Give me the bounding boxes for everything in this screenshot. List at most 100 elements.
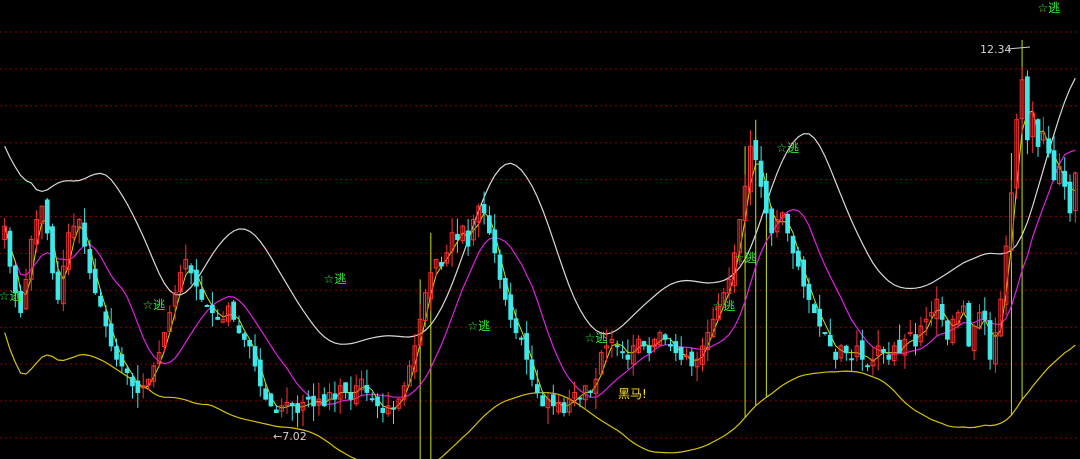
- candle-body: [1062, 170, 1068, 187]
- candle-body: [764, 180, 769, 214]
- candles: [2, 67, 1078, 428]
- candle-body: [513, 318, 519, 334]
- candle-body: [620, 351, 625, 354]
- candle-body: [108, 323, 114, 347]
- candle-body: [859, 340, 865, 360]
- candle-body: [945, 320, 950, 340]
- candle-body: [758, 160, 764, 187]
- candle-body: [497, 254, 503, 280]
- candle-body: [332, 393, 338, 400]
- candle-body: [439, 261, 444, 267]
- candle-body: [50, 226, 55, 274]
- escape-signal-label: ☆逃: [776, 141, 799, 155]
- candle-body: [492, 229, 498, 254]
- candle-body: [987, 320, 993, 360]
- middle-band-line: [4, 149, 1076, 406]
- escape-signal-label: ☆逃: [734, 251, 757, 265]
- candle-body: [391, 407, 396, 410]
- candle-body: [263, 388, 268, 400]
- candle-body: [769, 208, 774, 234]
- candle-body: [524, 333, 529, 360]
- candle-body: [588, 390, 593, 394]
- candle-body: [614, 345, 620, 348]
- candle-body: [119, 354, 125, 367]
- grid-lines: [0, 31, 1080, 439]
- candle-body: [55, 271, 61, 300]
- candle-body: [689, 351, 695, 367]
- candle-body: [295, 403, 300, 413]
- candle-body: [785, 214, 790, 234]
- candle-body: [812, 304, 817, 314]
- candle-body: [242, 333, 247, 340]
- candle-body: [199, 289, 205, 300]
- candle-body: [321, 394, 327, 407]
- candle-body: [1035, 119, 1041, 147]
- candle-body: [966, 303, 972, 347]
- escape-signal-label: ☆逃: [712, 299, 735, 313]
- candle-body: [822, 332, 828, 334]
- candle-body: [82, 222, 87, 247]
- indicator-lines: [4, 39, 1076, 459]
- candle-body: [865, 365, 870, 368]
- candle-body: [1046, 138, 1052, 154]
- candle-body: [124, 368, 130, 373]
- candle-body: [247, 339, 253, 347]
- candle-body: [194, 269, 199, 287]
- candle-body: [268, 393, 274, 407]
- candle-body: [364, 385, 370, 393]
- dark-horse-label: 黑马!: [618, 387, 647, 401]
- candle-body: [44, 199, 50, 234]
- candle-body: [540, 395, 545, 407]
- candle-body: [204, 305, 210, 307]
- candle-body: [881, 349, 886, 353]
- candle-body: [907, 332, 913, 335]
- escape-signal-label: ☆逃: [143, 298, 166, 312]
- candle-body: [1025, 76, 1030, 141]
- candle-body: [1067, 181, 1073, 214]
- low-price-label: ←7.02: [273, 430, 307, 443]
- candle-body: [380, 407, 386, 413]
- candle-body: [503, 278, 508, 300]
- candle-body: [369, 398, 375, 401]
- candle-body: [982, 310, 988, 320]
- candle-body: [258, 359, 263, 387]
- candle-body: [678, 346, 684, 360]
- candle-body: [487, 215, 492, 234]
- candle-body: [886, 354, 892, 360]
- candle-body: [135, 380, 141, 394]
- candlestick-chart: ☆逃 ☆逃 ☆逃 ☆逃 ☆逃 ☆逃 ☆逃 ☆逃 ☆逃黑马! 12.34 ←7.02: [0, 1, 1080, 459]
- candle-body: [305, 396, 311, 400]
- escape-signal-label: ☆逃: [467, 319, 490, 333]
- candle-body: [210, 305, 215, 314]
- candle-body: [561, 402, 567, 414]
- candle-body: [806, 283, 812, 300]
- candle-body: [1051, 150, 1057, 181]
- candle-body: [7, 230, 13, 267]
- candle-body: [849, 358, 854, 361]
- candle-body: [673, 341, 679, 354]
- candle-body: [625, 354, 631, 360]
- candle-body: [188, 265, 194, 274]
- candle-body: [801, 259, 806, 287]
- candle-body: [130, 376, 135, 387]
- candle-body: [897, 339, 902, 354]
- candle-body: [98, 295, 103, 307]
- candle-body: [817, 308, 822, 327]
- escape-signal-label: ☆逃: [0, 289, 21, 303]
- candle-body: [231, 301, 237, 320]
- candle-body: [343, 382, 348, 393]
- candle-body: [913, 334, 918, 347]
- candle-body: [87, 249, 93, 274]
- candle-body: [114, 346, 119, 360]
- escape-signal-label: ☆逃: [585, 331, 608, 345]
- candle-body: [551, 394, 556, 407]
- candle-body: [519, 337, 524, 340]
- candle-body: [455, 233, 460, 240]
- candle-body: [662, 334, 668, 340]
- candle-body: [348, 392, 354, 400]
- candle-body: [529, 359, 535, 380]
- candle-body: [481, 204, 487, 214]
- candle-body: [668, 344, 673, 347]
- candle-body: [753, 140, 759, 161]
- candle-body: [833, 351, 838, 360]
